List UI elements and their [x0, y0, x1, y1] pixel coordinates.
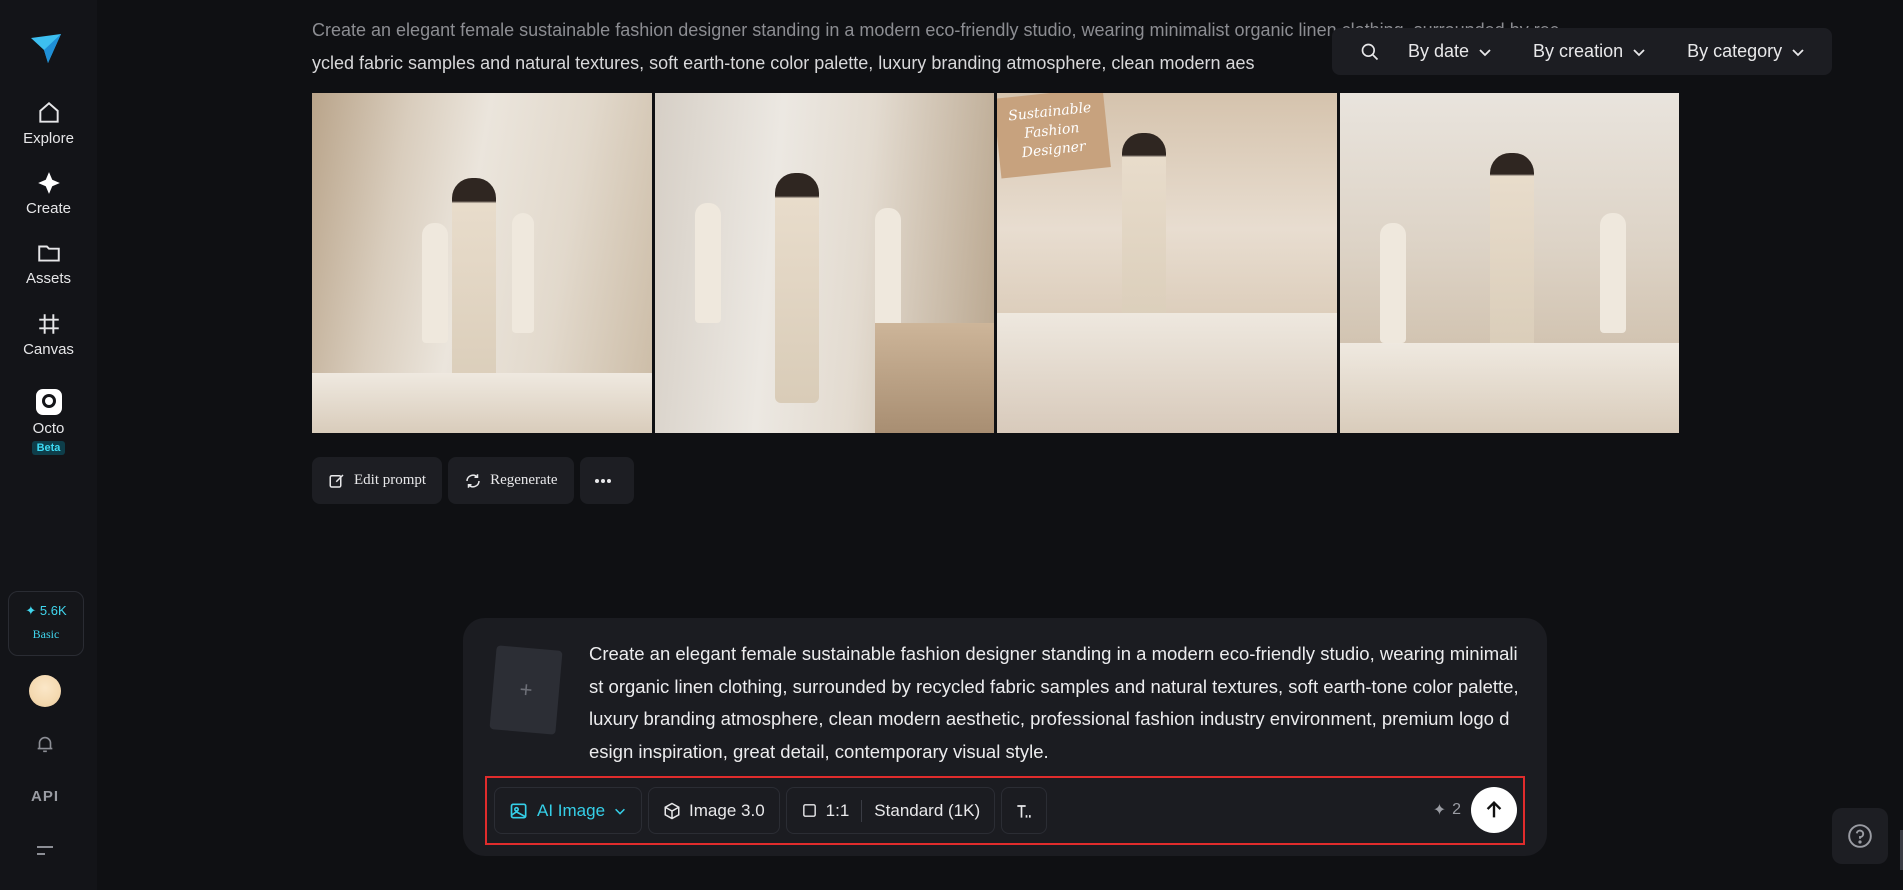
sidebar-item-octo[interactable]: Octo Beta — [0, 388, 97, 456]
credits-panel[interactable]: ✦ 5.6K Basic — [8, 591, 84, 656]
bell-icon — [37, 736, 53, 753]
sidebar-item-label: Explore — [23, 130, 74, 147]
image-actions: Edit prompt Regenerate — [312, 457, 634, 504]
logo-box: Sustainable Fashion Designer — [997, 93, 1111, 179]
prompt-composer: + Create an elegant female sustainable f… — [463, 618, 1547, 856]
chevron-down-icon — [615, 808, 625, 815]
folder-icon — [37, 245, 60, 262]
sidebar-item-label: Create — [25, 200, 72, 217]
model-label: Image 3.0 — [689, 800, 765, 820]
arrow-up-icon — [1486, 800, 1502, 818]
size-selector[interactable]: 1:1 Standard (1K) — [785, 787, 996, 834]
generated-image-2[interactable] — [654, 93, 994, 433]
help-icon — [1848, 824, 1872, 848]
sidebar-item-create[interactable]: Create — [0, 170, 97, 218]
sidebar-item-label: Assets — [25, 270, 71, 287]
generated-image-1[interactable] — [312, 93, 652, 433]
generated-image-3[interactable]: Sustainable Fashion Designer — [997, 93, 1337, 433]
canvas-icon — [38, 314, 59, 334]
square-icon — [802, 804, 816, 817]
sidebar: Explore Create Assets Canvas Octo Beta ✦… — [0, 0, 97, 890]
credits-value: ✦ 5.6K — [9, 603, 83, 619]
filter-label: By category — [1687, 41, 1783, 61]
chevron-down-icon — [1633, 48, 1645, 56]
notifications-button[interactable] — [0, 733, 90, 760]
image-icon — [510, 803, 527, 818]
generated-image-4[interactable] — [1339, 93, 1679, 433]
sidebar-item-label: Octo — [32, 420, 65, 437]
filter-by-creation[interactable]: By creation — [1533, 41, 1647, 62]
sidebar-item-canvas[interactable]: Canvas — [0, 311, 97, 359]
regenerate-label: Regenerate — [490, 472, 558, 488]
octo-icon — [35, 389, 62, 415]
prompt-input[interactable]: Create an elegant female sustainable fas… — [589, 638, 1519, 768]
filter-label: By date — [1408, 41, 1470, 61]
menu-icon — [37, 846, 53, 855]
text-icon — [1017, 804, 1031, 818]
refresh-icon — [466, 473, 480, 488]
image-gallery: Sustainable Fashion Designer — [312, 93, 1679, 433]
plan-label: Basic — [32, 627, 60, 641]
search-icon — [1361, 43, 1379, 60]
home-icon — [38, 101, 59, 123]
mode-label: AI Image — [537, 800, 606, 820]
generate-button[interactable] — [1471, 787, 1517, 833]
credit-cost: ✦ 2 — [1433, 800, 1461, 820]
plus-icon: + — [518, 676, 534, 703]
sparkle-icon — [37, 172, 60, 194]
upload-reference-button[interactable]: + — [489, 645, 563, 735]
app-logo[interactable] — [28, 30, 64, 66]
text-style-button[interactable] — [1001, 787, 1048, 834]
divider — [861, 799, 863, 822]
generation-toolbar: AI Image Image 3.0 1:1 Standard (1K) ✦ 2 — [485, 776, 1525, 845]
regenerate-button[interactable]: Regenerate — [448, 457, 574, 504]
beta-badge: Beta — [31, 441, 66, 455]
edit-prompt-button[interactable]: Edit prompt — [312, 457, 443, 504]
avatar[interactable] — [29, 675, 61, 707]
filter-by-date[interactable]: By date — [1408, 41, 1493, 62]
chevron-down-icon — [1479, 48, 1491, 56]
more-options-button[interactable] — [579, 457, 634, 504]
mode-selector[interactable]: AI Image — [494, 787, 643, 834]
chevron-down-icon — [1792, 48, 1804, 56]
credits-amount: 5.6K — [39, 603, 67, 618]
search-button[interactable] — [1352, 42, 1380, 62]
edit-icon — [329, 473, 344, 488]
filter-label: By creation — [1533, 41, 1624, 61]
filter-bar: By date By creation By category — [1332, 28, 1832, 75]
box-label: Sustainable Fashion Designer — [1007, 99, 1093, 162]
help-button[interactable] — [1832, 808, 1888, 864]
sidebar-item-label: Canvas — [23, 341, 74, 358]
sidebar-item-explore[interactable]: Explore — [0, 100, 97, 148]
filter-by-category[interactable]: By category — [1687, 41, 1806, 62]
api-link[interactable]: API — [0, 788, 90, 806]
cost-value: 2 — [1452, 801, 1461, 818]
sparkle-icon: ✦ — [1432, 802, 1447, 819]
cube-icon — [664, 802, 680, 819]
api-label: API — [30, 788, 59, 805]
more-icon — [594, 478, 611, 483]
sidebar-item-assets[interactable]: Assets — [0, 240, 97, 288]
quality-label: Standard (1K) — [874, 800, 981, 820]
sparkle-icon: ✦ — [25, 603, 37, 618]
model-selector[interactable]: Image 3.0 — [648, 787, 780, 834]
ratio-label: 1:1 — [825, 800, 850, 820]
edit-prompt-label: Edit prompt — [354, 472, 427, 488]
menu-button[interactable] — [0, 842, 90, 865]
